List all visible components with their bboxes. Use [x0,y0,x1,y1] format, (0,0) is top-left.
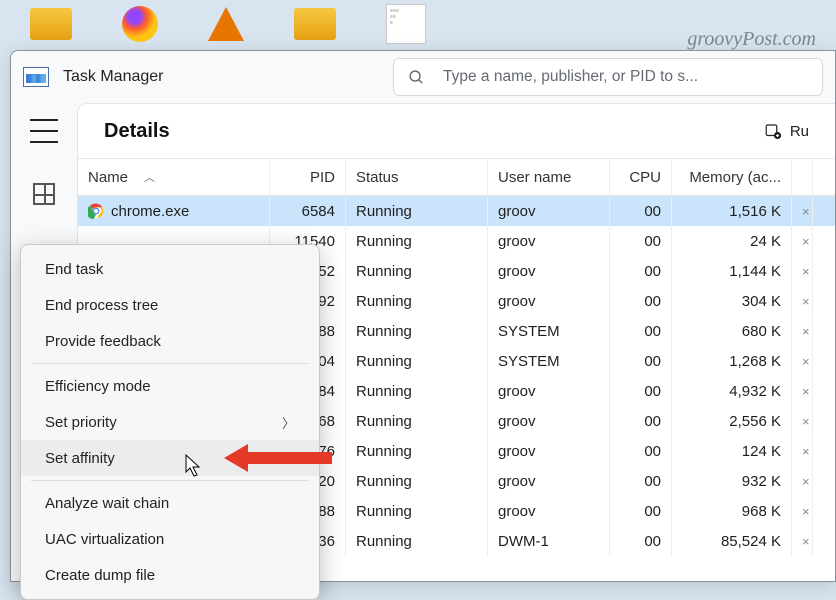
process-user: groov [488,406,610,436]
col-name: Name︿ [78,159,270,195]
annotation-arrow [224,440,334,476]
process-status: Running [346,286,488,316]
run-new-task-button[interactable]: Ru [764,122,809,140]
task-manager-icon [23,67,49,87]
process-memory: 24 K [672,226,792,256]
process-status: Running [346,496,488,526]
process-user: groov [488,496,610,526]
process-status: Running [346,526,488,556]
process-status: Running [346,346,488,376]
process-user: groov [488,376,610,406]
process-status: Running [346,316,488,346]
process-pid: 6584 [270,196,346,226]
process-status: Running [346,406,488,436]
menu-item-create-dump-file[interactable]: Create dump file [21,557,319,593]
col-memory[interactable]: Memory (ac... [672,159,792,195]
process-status: Running [346,376,488,406]
process-user: groov [488,196,610,226]
table-header[interactable]: Name︿ PID Status User name CPU Memory (a… [78,158,835,196]
notepad-icon[interactable]: ≡≡≡≡≡≡ [386,4,426,44]
context-menu: End taskEnd process treeProvide feedback… [20,244,320,600]
process-user: groov [488,466,610,496]
firefox-icon[interactable] [122,6,158,42]
process-cpu: 00 [610,226,672,256]
page-title: Details [104,120,170,143]
menu-item-provide-feedback[interactable]: Provide feedback [21,323,319,359]
process-memory: 85,524 K [672,526,792,556]
menu-item-efficiency-mode[interactable]: Efficiency mode [21,368,319,404]
process-status: Running [346,226,488,256]
process-cpu: 00 [610,526,672,556]
process-cpu: 00 [610,376,672,406]
col-truncated [792,159,813,195]
search-placeholder: Type a name, publisher, or PID to s... [443,68,698,86]
process-memory: 968 K [672,496,792,526]
process-cpu: 00 [610,466,672,496]
process-memory: 304 K [672,286,792,316]
process-cpu: 00 [610,256,672,286]
process-memory: 124 K [672,436,792,466]
vlc-icon[interactable] [208,7,244,41]
process-memory: 1,144 K [672,256,792,286]
process-user: DWM-1 [488,526,610,556]
process-status: Running [346,256,488,286]
process-cpu: 00 [610,406,672,436]
process-status: Running [346,466,488,496]
chevron-right-icon: 〉 [282,413,295,432]
process-user: SYSTEM [488,316,610,346]
process-cpu: 00 [610,346,672,376]
process-memory: 1,268 K [672,346,792,376]
col-pid[interactable]: PID [270,159,346,195]
menu-item-analyze-wait-chain[interactable]: Analyze wait chain [21,485,319,521]
process-user: groov [488,256,610,286]
folder-icon[interactable] [30,8,72,40]
process-memory: 932 K [672,466,792,496]
process-user: groov [488,286,610,316]
col-cpu[interactable]: CPU [610,159,672,195]
process-user: SYSTEM [488,346,610,376]
hamburger-icon[interactable] [30,119,58,143]
app-title: Task Manager [63,68,164,86]
process-user: groov [488,436,610,466]
search-input[interactable]: Type a name, publisher, or PID to s... [393,58,823,96]
process-name: chrome.exe [111,203,189,220]
process-cpu: 00 [610,196,672,226]
process-memory: 2,556 K [672,406,792,436]
col-status[interactable]: Status [346,159,488,195]
col-user[interactable]: User name [488,159,610,195]
menu-item-end-task[interactable]: End task [21,251,319,287]
process-memory: 4,932 K [672,376,792,406]
menu-item-set-priority[interactable]: Set priority〉 [21,404,319,440]
process-user: groov [488,226,610,256]
cursor-icon [185,454,205,480]
process-memory: 680 K [672,316,792,346]
process-cpu: 00 [610,316,672,346]
folder-icon[interactable] [294,8,336,40]
menu-separator [31,480,309,481]
run-task-icon [764,122,782,140]
process-cpu: 00 [610,496,672,526]
process-status: Running [346,196,488,226]
menu-item-uac-virtualization[interactable]: UAC virtualization [21,521,319,557]
titlebar: Task Manager Type a name, publisher, or … [11,51,835,103]
process-cpu: 00 [610,286,672,316]
process-cpu: 00 [610,436,672,466]
process-status: Running [346,436,488,466]
table-row[interactable]: chrome.exe6584Runninggroov001,516 K× [78,196,835,226]
process-memory: 1,516 K [672,196,792,226]
details-view-icon[interactable] [33,183,55,205]
sort-asc-icon: ︿ [144,169,155,185]
search-icon [408,69,425,86]
menu-separator [31,363,309,364]
watermark: groovyPost.com [687,28,816,51]
menu-item-end-process-tree[interactable]: End process tree [21,287,319,323]
